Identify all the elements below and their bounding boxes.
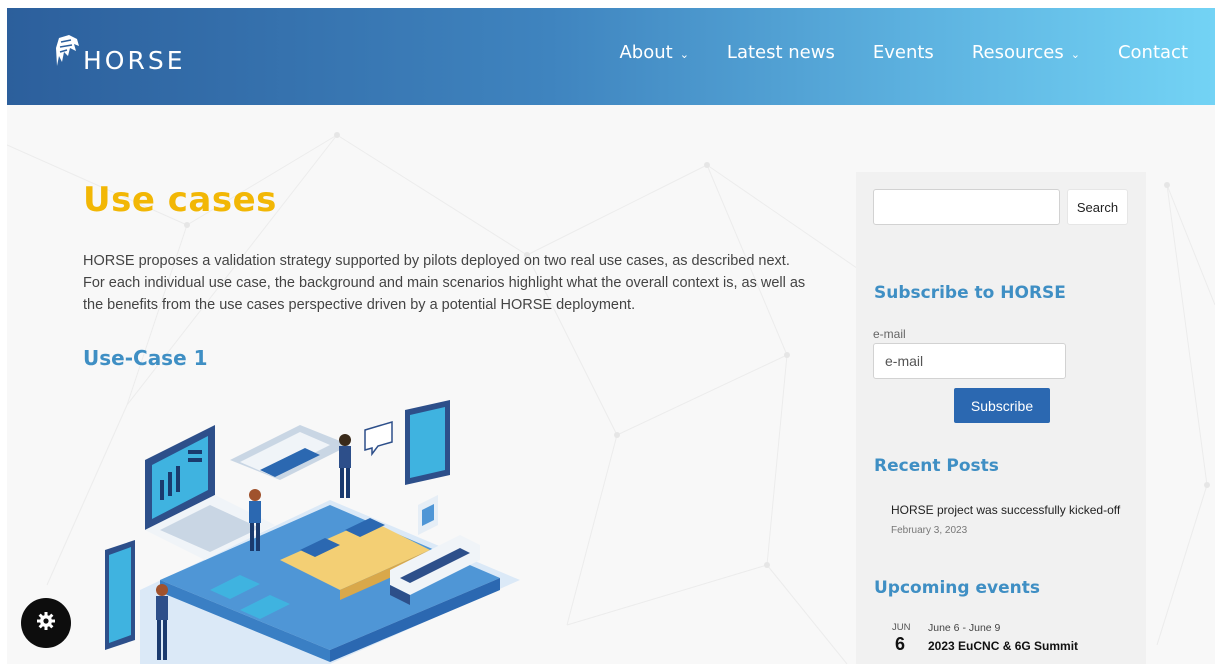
upcoming-events-heading: Upcoming events [874,578,1040,598]
chevron-down-icon: ⌄ [1070,47,1080,61]
event-month: JUN [892,622,911,633]
event-date-range: June 6 - June 9 [928,622,1001,634]
site-header: HORSE About ⌄ Latest news Events Resourc… [7,8,1215,105]
logo-text: HORSE [83,45,186,75]
subscribe-button[interactable]: Subscribe [954,388,1050,423]
usecase-illustration [100,400,530,664]
main-nav: About ⌄ Latest news Events Resources ⌄ C… [581,42,1188,63]
nav-item-about[interactable]: About ⌄ [619,42,688,63]
chevron-down-icon: ⌄ [679,47,689,61]
recent-post-link[interactable]: HORSE project was successfully kicked-of… [891,503,1120,517]
email-field[interactable]: e-mail [873,343,1066,379]
event-title-link[interactable]: 2023 EuCNC & 6G Summit [928,639,1078,653]
site-logo[interactable]: HORSE [55,34,186,76]
recent-posts-heading: Recent Posts [874,456,999,476]
nav-label: Events [872,42,934,63]
nav-label: Resources [971,42,1064,63]
search-input[interactable] [873,189,1060,225]
nav-item-contact[interactable]: Contact [1118,42,1188,63]
gear-icon [36,611,56,635]
sidebar: Search Subscribe to HORSE e-mail e-mail … [856,172,1146,664]
nav-label: About [619,42,673,63]
nav-item-resources[interactable]: Resources ⌄ [972,42,1080,63]
email-label: e-mail [873,327,906,341]
recent-post-date: February 3, 2023 [891,525,968,536]
page: HORSE About ⌄ Latest news Events Resourc… [0,0,1215,664]
search-button[interactable]: Search [1067,189,1128,225]
subscribe-heading: Subscribe to HORSE [874,283,1066,303]
nav-item-latest-news[interactable]: Latest news [727,42,835,63]
settings-widget-button[interactable] [21,598,71,648]
horse-head-logo-icon [55,34,81,76]
event-day: 6 [895,634,906,654]
nav-item-events[interactable]: Events [873,42,934,63]
nav-label: Latest news [726,42,835,63]
intro-paragraph: HORSE proposes a validation strategy sup… [83,253,806,313]
search-form: Search [873,189,1128,225]
usecase-heading: Use-Case 1 [83,346,208,370]
page-title: Use cases [83,180,277,220]
main-content: Use cases HORSE proposes a validation st… [83,170,823,370]
nav-label: Contact [1117,42,1188,63]
